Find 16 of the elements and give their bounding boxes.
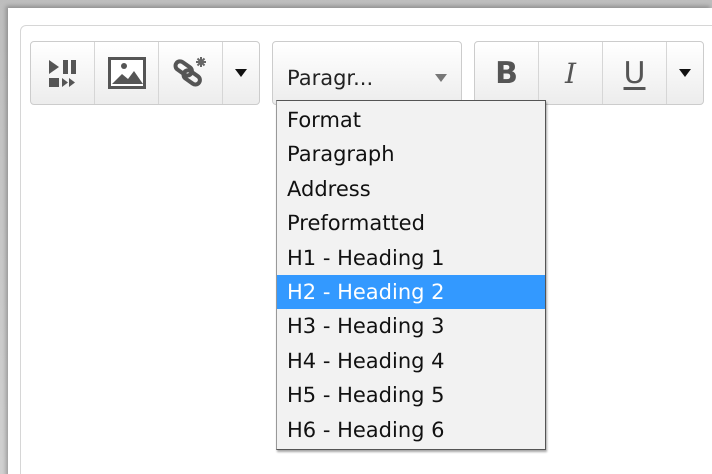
caret-icon xyxy=(235,69,247,77)
menu-item[interactable]: Preformatted xyxy=(277,206,545,241)
menu-item[interactable]: Format xyxy=(277,103,545,138)
underline-button[interactable]: U xyxy=(603,42,667,104)
image-icon xyxy=(108,57,146,89)
menu-item[interactable]: H6 - Heading 6 xyxy=(277,412,545,447)
menu-item[interactable]: H3 - Heading 3 xyxy=(277,309,545,344)
menu-item[interactable]: Paragraph xyxy=(277,137,545,172)
format-select[interactable]: Paragr... xyxy=(273,42,461,104)
menu-item[interactable]: Address xyxy=(277,172,545,206)
caret-icon xyxy=(679,69,691,77)
menu-item[interactable]: H1 - Heading 1 xyxy=(277,240,545,275)
caret-icon xyxy=(435,74,447,82)
menu-item[interactable]: H5 - Heading 5 xyxy=(277,378,545,413)
menu-item[interactable]: H4 - Heading 4 xyxy=(277,344,545,378)
media-icon xyxy=(46,58,78,88)
